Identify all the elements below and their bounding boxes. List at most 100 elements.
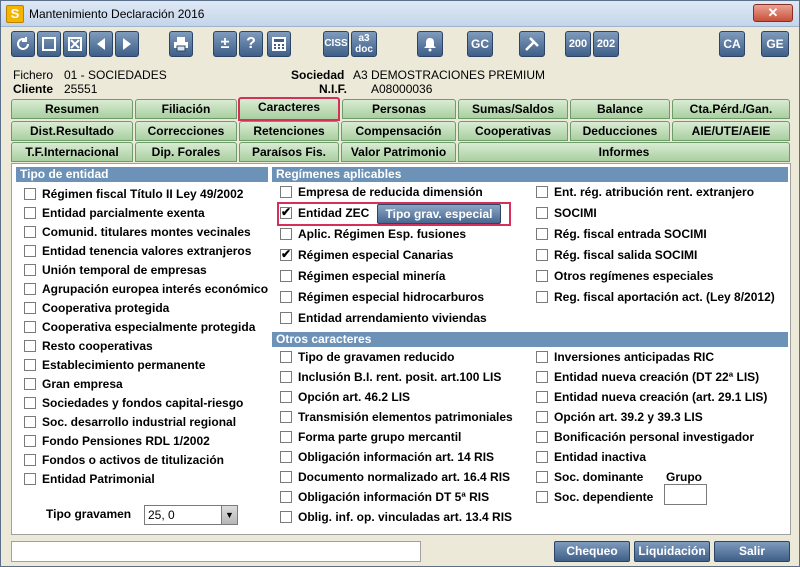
checkbox-row[interactable]: Fondo Pensiones RDL 1/2002 bbox=[24, 432, 268, 451]
checkbox[interactable] bbox=[24, 397, 36, 409]
checkbox[interactable] bbox=[24, 264, 36, 276]
checkbox-row[interactable]: Entidad nueva creación (art. 29.1 LIS) bbox=[536, 388, 767, 407]
checkbox[interactable] bbox=[280, 471, 292, 483]
tab-paraisos-fis[interactable]: Paraísos Fis. bbox=[239, 142, 339, 162]
checkbox[interactable] bbox=[536, 451, 548, 463]
tab-retenciones[interactable]: Retenciones bbox=[239, 121, 339, 141]
checkbox-row[interactable]: Entidad arrendamiento viviendas bbox=[280, 309, 530, 328]
checkbox[interactable] bbox=[24, 473, 36, 485]
a3doc-button[interactable]: a3 doc bbox=[351, 31, 377, 57]
printer-icon[interactable] bbox=[169, 31, 193, 57]
checkbox[interactable] bbox=[280, 351, 292, 363]
checkbox[interactable] bbox=[280, 371, 292, 383]
checkbox-row[interactable]: Establecimiento permanente bbox=[24, 356, 268, 375]
grupo-input[interactable] bbox=[664, 484, 707, 505]
tab-sumas-saldos[interactable]: Sumas/Saldos bbox=[458, 99, 568, 119]
tab-balance[interactable]: Balance bbox=[570, 99, 670, 119]
tab-informes[interactable]: Informes bbox=[458, 142, 790, 162]
checkbox-row[interactable]: Soc. dependiente bbox=[536, 488, 660, 507]
checkbox[interactable] bbox=[280, 431, 292, 443]
checkbox[interactable] bbox=[536, 411, 548, 423]
checkbox[interactable] bbox=[24, 226, 36, 238]
checkbox-row[interactable]: Régimen especial minería bbox=[280, 267, 530, 286]
tab-dist-resultado[interactable]: Dist.Resultado bbox=[11, 121, 133, 141]
checkbox[interactable] bbox=[24, 359, 36, 371]
checkbox[interactable] bbox=[24, 302, 36, 314]
checkbox-row[interactable]: Régimen especial Canarias bbox=[280, 246, 530, 265]
checkbox[interactable] bbox=[280, 491, 292, 503]
calculator-icon[interactable] bbox=[267, 31, 291, 57]
checkbox-row[interactable]: Fondos o activos de titulización bbox=[24, 451, 268, 470]
checkbox-row[interactable]: Opción art. 46.2 LIS bbox=[280, 388, 530, 407]
checkbox[interactable] bbox=[24, 245, 36, 257]
checkbox-row[interactable]: Cooperativa especialmente protegida bbox=[24, 318, 268, 337]
checkbox[interactable] bbox=[280, 312, 292, 324]
checkbox-row[interactable]: Sociedades y fondos capital-riesgo bbox=[24, 394, 268, 413]
checkbox[interactable] bbox=[536, 371, 548, 383]
plus-minus-icon[interactable]: ± bbox=[213, 31, 237, 57]
tab-tf-internacional[interactable]: T.F.Internacional bbox=[11, 142, 133, 162]
checkbox[interactable] bbox=[280, 511, 292, 523]
checkbox-row[interactable]: SOCIMI bbox=[536, 204, 788, 223]
checkbox[interactable] bbox=[536, 249, 548, 261]
checkbox-row[interactable]: Reg. fiscal aportación act. (Ley 8/2012) bbox=[536, 288, 788, 307]
checkbox-row[interactable]: Unión temporal de empresas bbox=[24, 261, 268, 280]
checkbox-row[interactable]: Forma parte grupo mercantil bbox=[280, 428, 530, 447]
checkbox-row[interactable]: Bonificación personal investigador bbox=[536, 428, 754, 447]
checkbox[interactable] bbox=[536, 491, 548, 503]
checkbox[interactable] bbox=[536, 431, 548, 443]
tab-dip-forales[interactable]: Dip. Forales bbox=[135, 142, 237, 162]
checkbox-row[interactable]: Documento normalizado art. 16.4 RIS bbox=[280, 468, 530, 487]
checkbox[interactable] bbox=[536, 391, 548, 403]
checkbox-row[interactable]: Inversiones anticipadas RIC bbox=[536, 348, 714, 367]
checkbox[interactable] bbox=[280, 291, 292, 303]
checkbox-row[interactable]: Régimen especial hidrocarburos bbox=[280, 288, 530, 307]
checkbox[interactable] bbox=[280, 247, 292, 261]
checkbox-row[interactable]: Aplic. Régimen Esp. fusiones bbox=[280, 225, 530, 244]
checkbox-row[interactable]: Empresa de reducida dimensión bbox=[280, 183, 530, 202]
cross-box-icon[interactable] bbox=[63, 31, 87, 57]
checkbox-row[interactable]: Soc. desarrollo industrial regional bbox=[24, 413, 268, 432]
tab-valor-patrimonio[interactable]: Valor Patrimonio bbox=[341, 142, 456, 162]
tab-caracteres[interactable]: Caracteres bbox=[238, 97, 340, 121]
gc-button[interactable]: GC bbox=[467, 31, 493, 57]
checkbox[interactable] bbox=[24, 435, 36, 447]
checkbox-row[interactable]: Oblig. inf. op. vinculadas art. 13.4 RIS bbox=[280, 508, 530, 527]
liquidacion-button[interactable]: Liquidación bbox=[634, 541, 710, 562]
checkbox-row[interactable]: Resto cooperativas bbox=[24, 337, 268, 356]
tab-resumen[interactable]: Resumen bbox=[11, 99, 133, 119]
checkbox-row[interactable]: Gran empresa bbox=[24, 375, 268, 394]
checkbox[interactable] bbox=[536, 270, 548, 282]
checkbox[interactable] bbox=[24, 207, 36, 219]
checkbox-row[interactable]: Entidad nueva creación (DT 22ª LIS) bbox=[536, 368, 759, 387]
checkbox-row[interactable]: Cooperativa protegida bbox=[24, 299, 268, 318]
tab-correcciones[interactable]: Correcciones bbox=[135, 121, 237, 141]
tipo-gravamen-select[interactable]: 25, 0 ▼ bbox=[144, 505, 238, 525]
checkbox[interactable] bbox=[24, 416, 36, 428]
checkbox-row[interactable]: Rég. fiscal entrada SOCIMI bbox=[536, 225, 788, 244]
arrow-right-icon[interactable] bbox=[115, 31, 139, 57]
checkbox[interactable] bbox=[536, 186, 548, 198]
tab-compensacion[interactable]: Compensación bbox=[341, 121, 456, 141]
tools-icon[interactable] bbox=[519, 31, 545, 57]
checkbox[interactable] bbox=[24, 340, 36, 352]
ciss-button[interactable]: CISS bbox=[323, 31, 349, 57]
help-icon[interactable]: ? bbox=[239, 31, 263, 57]
checkbox-row[interactable]: Transmisión elementos patrimoniales bbox=[280, 408, 530, 427]
checkbox[interactable] bbox=[280, 451, 292, 463]
checkbox-row[interactable]: Soc. dominante bbox=[536, 468, 660, 487]
checkbox-row[interactable]: Obligación información DT 5ª RIS bbox=[280, 488, 530, 507]
tab-deducciones[interactable]: Deducciones bbox=[570, 121, 670, 141]
checkbox[interactable] bbox=[536, 207, 548, 219]
tab-cta-perd-gan[interactable]: Cta.Pérd./Gan. bbox=[672, 99, 790, 119]
tab-filiacion[interactable]: Filiación bbox=[135, 99, 237, 119]
checkbox[interactable] bbox=[24, 283, 36, 295]
checkbox-row[interactable]: Agrupación europea interés económico bbox=[24, 280, 268, 299]
checkbox[interactable] bbox=[536, 351, 548, 363]
refresh-icon[interactable] bbox=[11, 31, 35, 57]
checkbox[interactable] bbox=[536, 291, 548, 303]
checkbox[interactable] bbox=[280, 228, 292, 240]
checkbox[interactable] bbox=[24, 321, 36, 333]
model-200-button[interactable]: 200 bbox=[565, 31, 591, 57]
checkbox-row[interactable]: Régimen fiscal Título II Ley 49/2002 bbox=[24, 185, 268, 204]
